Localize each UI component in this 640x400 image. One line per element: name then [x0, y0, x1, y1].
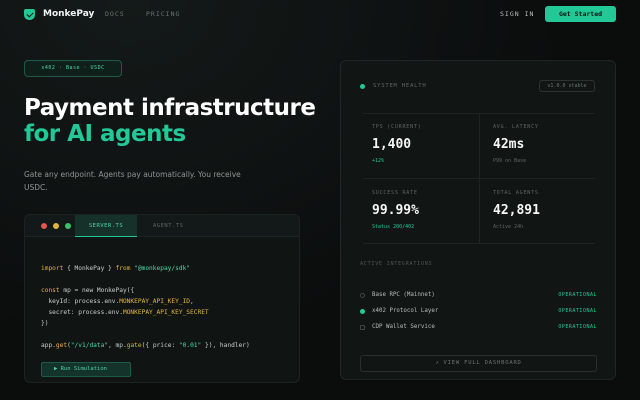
panel-title: SYSTEM HEALTH	[373, 83, 427, 89]
status-badge: OPERATIONAL	[558, 308, 597, 314]
metric-total-agents: TOTAL AGENTS 42,891 Active 24h	[493, 190, 601, 230]
hero-subtitle: Gate any endpoint. Agents pay automatica…	[24, 170, 241, 192]
tab-agent-ts[interactable]: AGENT.TS	[141, 215, 196, 237]
metric-sub: +12%	[372, 158, 385, 164]
metric-value: 42,891	[493, 203, 540, 218]
code-line: app.get("/v1/data", mp.gate({ price: "0.…	[41, 342, 250, 349]
hero-title-line1: Payment infrastructure	[24, 95, 316, 121]
code-line: secret: process.env.MONKEPAY_API_KEY_SEC…	[41, 309, 209, 316]
integrations-title: ACTIVE INTEGRATIONS	[360, 261, 433, 267]
ring-icon	[360, 293, 365, 298]
status-badge: OPERATIONAL	[558, 292, 597, 298]
metric-tps: TPS (CURRENT) 1,400 +12%	[372, 124, 480, 164]
code-line: import { MonkePay } from "@monkepay/sdk"	[41, 265, 191, 272]
metric-label: SUCCESS RATE	[372, 190, 418, 196]
metric-label: AVG. LATENCY	[493, 124, 539, 130]
integration-row-cdp-wallet: CDP Wallet Service OPERATIONAL	[360, 323, 597, 333]
protocol-badge: x402 · Base · USDC	[24, 60, 122, 77]
divider	[363, 243, 595, 244]
top-nav: MonkePay DOCS PRICING SIGN IN Get Starte…	[0, 0, 640, 30]
brand-name[interactable]: MonkePay	[43, 9, 94, 19]
code-block: import { MonkePay } from "@monkepay/sdk"…	[41, 263, 250, 351]
integration-row-x402: x402 Protocol Layer OPERATIONAL	[360, 307, 597, 317]
integration-row-base-rpc: Base RPC (Mainnet) OPERATIONAL	[360, 291, 597, 301]
shield-logo-icon[interactable]	[24, 9, 35, 20]
code-card-header: SERVER.TS AGENT.TS	[25, 215, 299, 237]
tab-server-ts[interactable]: SERVER.TS	[75, 215, 137, 237]
metric-sub: Status 200/402	[372, 224, 415, 230]
hero-title-line2: for AI agents	[24, 121, 186, 147]
metric-label: TPS (CURRENT)	[372, 124, 422, 130]
get-started-button[interactable]: Get Started	[545, 6, 616, 22]
version-badge: v1.0.0 stable	[539, 80, 595, 92]
run-simulation-button[interactable]: ▶ Run Simulation	[41, 362, 131, 377]
sign-in-link[interactable]: SIGN IN	[500, 10, 534, 18]
dot-icon	[360, 309, 365, 314]
integration-name: Base RPC (Mainnet)	[372, 292, 435, 298]
status-badge: OPERATIONAL	[558, 324, 597, 330]
system-health-panel: SYSTEM HEALTH v1.0.0 stable TPS (CURRENT…	[340, 60, 616, 380]
code-example-card: SERVER.TS AGENT.TS import { MonkePay } f…	[24, 214, 300, 383]
nav-link-docs[interactable]: DOCS	[105, 10, 125, 18]
nav-link-pricing[interactable]: PRICING	[146, 10, 180, 18]
status-dot-icon	[360, 84, 365, 89]
code-line: keyId: process.env.MONKEPAY_API_KEY_ID,	[41, 298, 194, 305]
metric-success-rate: SUCCESS RATE 99.99% Status 200/402	[372, 190, 480, 230]
window-close-dot-icon	[41, 223, 47, 229]
metric-value: 42ms	[493, 137, 525, 152]
square-icon	[360, 325, 365, 330]
code-line: })	[41, 320, 49, 327]
metric-sub: P99 on Base	[493, 158, 527, 164]
metric-sub: Active 24h	[493, 224, 524, 230]
integration-name: CDP Wallet Service	[372, 324, 435, 330]
metric-label: TOTAL AGENTS	[493, 190, 539, 196]
integration-name: x402 Protocol Layer	[372, 308, 439, 314]
view-dashboard-button[interactable]: ↗ VIEW FULL DASHBOARD	[360, 355, 597, 372]
metric-value: 99.99%	[372, 203, 419, 218]
window-maximize-dot-icon	[65, 223, 71, 229]
window-minimize-dot-icon	[53, 223, 59, 229]
code-line: const mp = new MonkePay({	[41, 287, 135, 294]
metric-latency: AVG. LATENCY 42ms P99 on Base	[493, 124, 601, 164]
metric-value: 1,400	[372, 137, 412, 152]
